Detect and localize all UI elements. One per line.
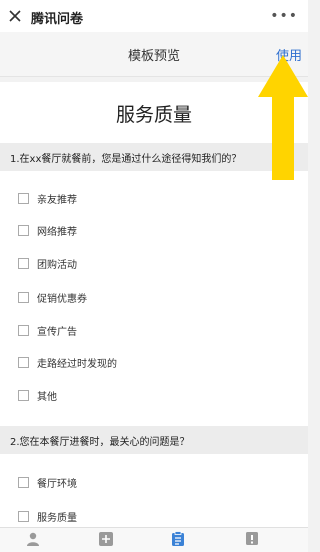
option-label: 亲友推荐 (37, 194, 77, 206)
person-icon[interactable] (25, 531, 41, 547)
checkbox[interactable] (18, 224, 29, 236)
title-bar: 腾讯问卷 ••• (0, 0, 308, 32)
checkbox[interactable] (18, 356, 29, 368)
option-row[interactable]: 餐厅环境 (18, 475, 77, 490)
add-icon[interactable] (98, 531, 114, 547)
question-text: 1.在xx餐厅就餐前，您是通过什么途径得知我们的？ (10, 154, 242, 165)
option-row[interactable]: 网络推荐 (18, 223, 77, 238)
option-row[interactable]: 团购活动 (18, 256, 77, 271)
checkbox[interactable] (18, 389, 29, 401)
checkbox[interactable] (18, 324, 29, 336)
more-icon[interactable]: ••• (270, 8, 298, 24)
option-row[interactable]: 宣传广告 (18, 323, 77, 338)
option-label: 宣传广告 (37, 326, 77, 338)
option-row[interactable]: 走路经过时发现的 (18, 355, 117, 370)
option-label: 促销优惠券 (37, 293, 87, 305)
option-label: 其他 (37, 391, 57, 403)
app-title: 腾讯问卷 (31, 12, 84, 27)
option-label: 餐厅环境 (37, 478, 77, 490)
option-row[interactable]: 促销优惠券 (18, 290, 87, 305)
checkbox[interactable] (18, 291, 29, 303)
checkbox[interactable] (18, 257, 29, 269)
flag-icon[interactable] (244, 531, 260, 547)
option-label: 团购活动 (37, 259, 77, 271)
option-row[interactable]: 服务质量 (18, 509, 77, 524)
question-2: 2.您在本餐厅进餐时，最关心的问题是？ (0, 426, 308, 454)
checkbox[interactable] (18, 510, 29, 522)
option-label: 服务质量 (37, 512, 77, 524)
checkbox[interactable] (18, 192, 29, 204)
close-icon[interactable] (7, 8, 23, 24)
question-text: 2.您在本餐厅进餐时，最关心的问题是？ (10, 437, 190, 448)
option-row[interactable]: 亲友推荐 (18, 191, 77, 206)
checkbox[interactable] (18, 476, 29, 488)
clipboard-icon[interactable] (170, 531, 186, 547)
option-label: 网络推荐 (37, 226, 77, 238)
option-row[interactable]: 其他 (18, 388, 57, 403)
option-label: 走路经过时发现的 (37, 358, 117, 370)
arrow-up-icon (258, 55, 308, 180)
bottom-tab-bar (0, 527, 308, 552)
